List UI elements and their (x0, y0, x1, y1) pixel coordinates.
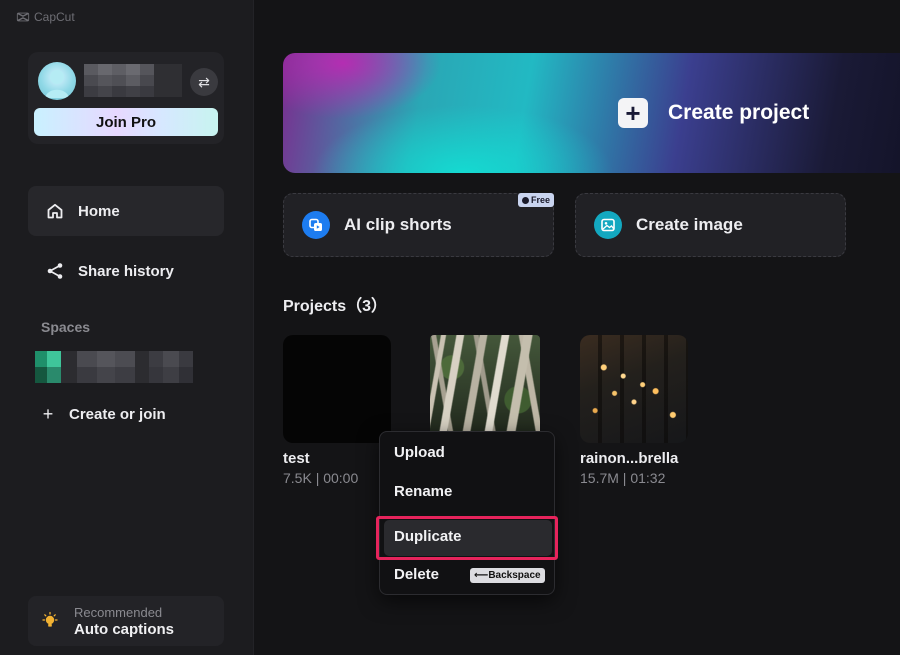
projects-heading: Projects（3） (283, 298, 388, 315)
share-icon (47, 263, 63, 279)
plus-icon: + (42, 404, 54, 424)
backspace-shortcut-badge: ⟵Backspace (470, 568, 545, 583)
menu-item-delete[interactable]: Delete (394, 566, 439, 583)
project-name-test[interactable]: test (283, 450, 310, 467)
create-project-label: Create project (668, 101, 810, 124)
project-meta-rain: 15.7M | 01:32 (580, 470, 666, 486)
project-context-menu: Upload Rename Duplicate Delete ⟵Backspac… (376, 431, 558, 595)
username-redacted (84, 64, 182, 98)
lightbulb-icon (42, 611, 58, 627)
project-meta-test: 7.5K | 00:00 (283, 470, 359, 486)
free-badge: Free (517, 193, 554, 207)
plus-icon: + (618, 98, 648, 128)
ai-clip-shorts-card[interactable]: AI clip shorts Free (283, 193, 554, 257)
nav-home[interactable]: Home (28, 186, 224, 236)
create-image-label: Create image (636, 215, 743, 234)
menu-item-rename[interactable]: Rename (394, 483, 452, 500)
project-thumbnail-plant[interactable] (430, 335, 540, 443)
recommended-card[interactable]: Recommended Auto captions (28, 596, 224, 646)
free-badge-label: Free (530, 195, 550, 205)
recommended-label: Recommended (74, 604, 163, 620)
sidebar: CapCut ⇄ Join Pro Home Share history Spa… (0, 0, 254, 655)
app-name: CapCut (34, 10, 75, 24)
nav-home-label: Home (78, 202, 120, 220)
swap-icon: ⇄ (198, 73, 210, 90)
nav-share-history[interactable]: Share history (28, 246, 224, 296)
create-or-join-button[interactable]: + Create or join (41, 404, 166, 425)
space-item-redacted[interactable] (35, 351, 215, 383)
avatar-person-icon (45, 70, 69, 98)
project-thumbnail-rain[interactable] (580, 335, 688, 443)
switch-account-button[interactable]: ⇄ (190, 68, 218, 96)
capcut-logo-icon (16, 12, 30, 22)
home-icon (47, 203, 63, 219)
auto-captions-label: Auto captions (74, 620, 174, 638)
nav-share-history-label: Share history (78, 262, 174, 280)
spaces-label: Spaces (41, 319, 91, 335)
ai-clip-icon (302, 211, 330, 239)
avatar[interactable] (38, 62, 76, 100)
project-thumbnail-test[interactable] (283, 335, 391, 443)
user-card: ⇄ Join Pro (28, 52, 224, 144)
join-pro-button[interactable]: Join Pro (34, 108, 218, 136)
create-image-card[interactable]: Create image (575, 193, 846, 257)
menu-item-upload[interactable]: Upload (394, 444, 445, 461)
create-project-banner[interactable]: + Create project (283, 53, 900, 173)
project-name-rain[interactable]: rainon...brella (580, 450, 678, 467)
image-icon (594, 211, 622, 239)
create-or-join-label: Create or join (69, 406, 166, 423)
app-logo: CapCut (16, 10, 75, 24)
ai-clip-shorts-label: AI clip shorts (344, 215, 452, 234)
duplicate-highlight-box (376, 516, 558, 560)
clock-icon (521, 196, 529, 204)
